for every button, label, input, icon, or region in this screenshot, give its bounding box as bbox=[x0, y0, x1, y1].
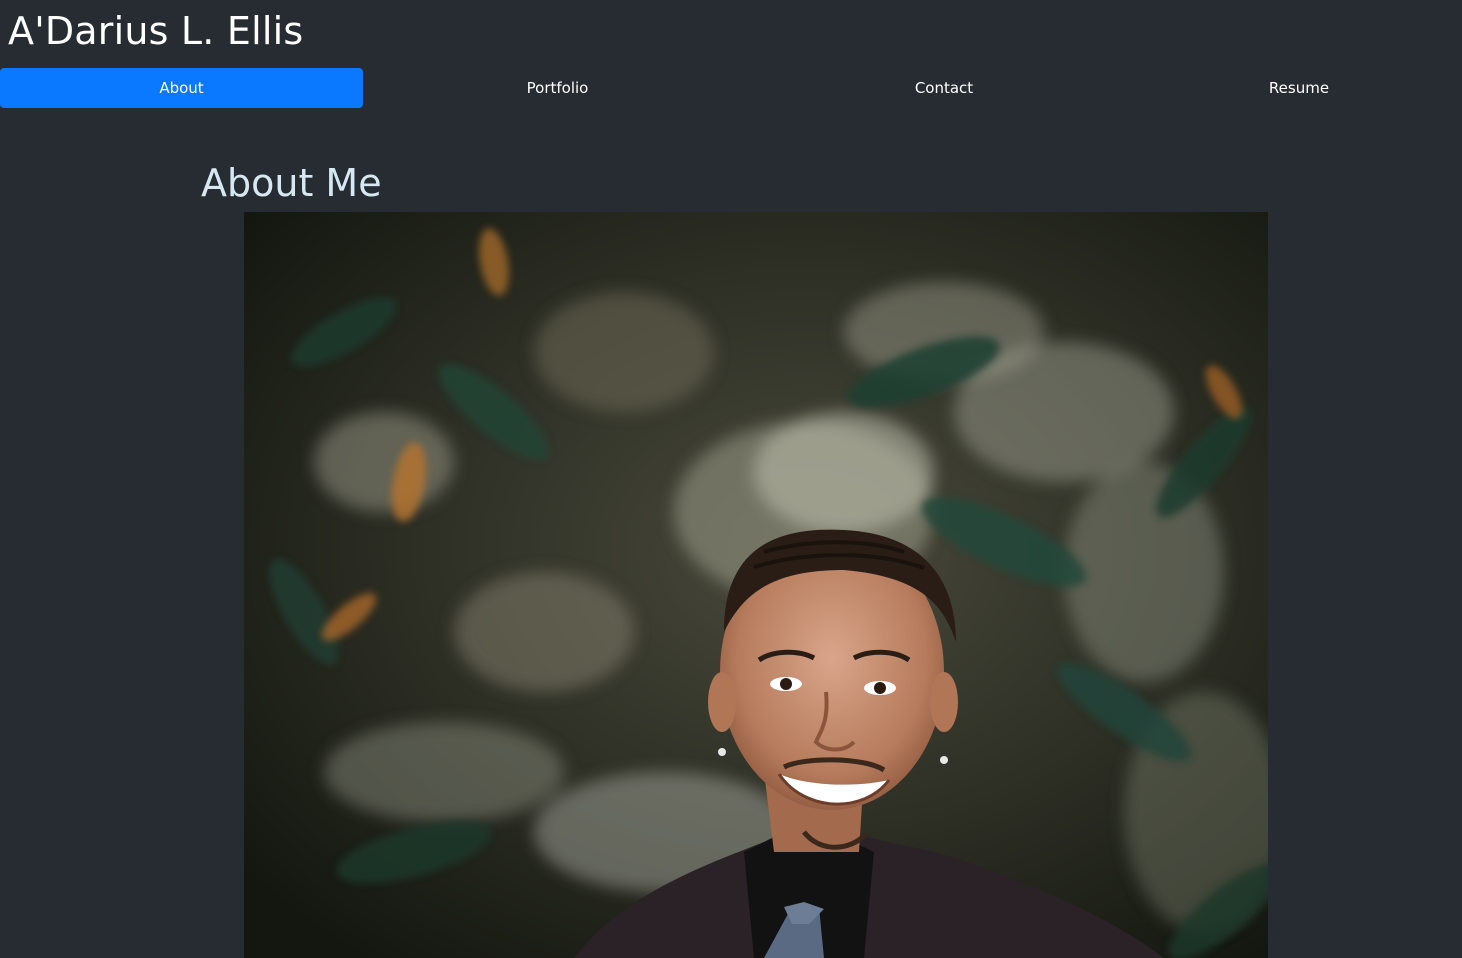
page: A'Darius L. Ellis About Portfolio Contac… bbox=[0, 0, 1462, 958]
profile-photo bbox=[244, 212, 1268, 958]
about-heading: About Me bbox=[201, 161, 382, 205]
nav-item-portfolio[interactable]: Portfolio bbox=[363, 68, 752, 108]
nav-item-resume[interactable]: Resume bbox=[1136, 68, 1462, 108]
site-title: A'Darius L. Ellis bbox=[8, 9, 304, 53]
nav-item-contact[interactable]: Contact bbox=[752, 68, 1136, 108]
nav-item-about[interactable]: About bbox=[0, 68, 363, 108]
main-nav: About Portfolio Contact Resume bbox=[0, 68, 1462, 108]
profile-photo-illustration bbox=[244, 212, 1268, 958]
